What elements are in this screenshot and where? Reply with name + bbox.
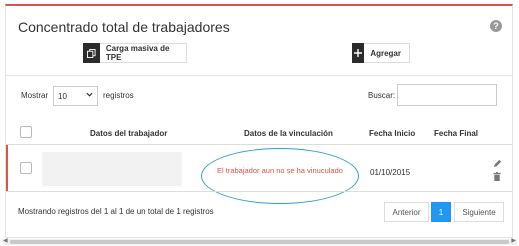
- page-size-value: 10: [58, 91, 67, 101]
- plus-icon: [352, 43, 365, 63]
- column-header-start-date[interactable]: Fecha Inicio: [369, 129, 415, 138]
- start-date-cell: 01/10/2015: [370, 168, 411, 177]
- row-checkbox[interactable]: [20, 162, 32, 174]
- page-title: Concentrado total de trabajadores: [18, 19, 230, 35]
- worker-data-cell: [42, 152, 182, 186]
- pencil-icon[interactable]: [493, 159, 502, 170]
- page-size-select[interactable]: 10: [53, 86, 98, 106]
- workers-panel: Concentrado total de trabajadores ? Carg…: [5, 4, 513, 238]
- question-circle-icon[interactable]: ?: [490, 20, 502, 32]
- records-label: registros: [103, 91, 134, 100]
- chevron-down-icon: [86, 91, 93, 100]
- page-1-button[interactable]: 1: [431, 202, 451, 222]
- column-header-end-date[interactable]: Fecha Final: [434, 129, 478, 138]
- bulk-upload-label: Carga masiva de TPE: [105, 44, 170, 62]
- scrollbar-thumb[interactable]: [10, 240, 509, 244]
- pagination-info: Mostrando registros del 1 al 1 de un tot…: [18, 207, 214, 216]
- previous-page-button[interactable]: Anterior: [384, 202, 429, 222]
- row-divider: [6, 191, 512, 192]
- add-button[interactable]: Agregar: [352, 43, 410, 63]
- horizontal-scrollbar[interactable]: ◀ ▶: [2, 237, 517, 245]
- add-label: Agregar: [370, 48, 401, 58]
- header-divider: [6, 75, 512, 76]
- select-all-checkbox[interactable]: [20, 126, 32, 138]
- scroll-left-icon[interactable]: ◀: [3, 237, 8, 244]
- next-page-button[interactable]: Siguiente: [454, 202, 504, 222]
- scroll-right-icon[interactable]: ▶: [511, 237, 516, 244]
- copy-icon: [83, 43, 100, 63]
- trash-icon[interactable]: [493, 172, 501, 183]
- column-header-worker[interactable]: Datos del trabajador: [90, 129, 167, 138]
- column-header-link[interactable]: Datos de la vinculación: [244, 129, 333, 138]
- search-input[interactable]: [397, 84, 497, 106]
- search-label: Buscar:: [368, 91, 396, 100]
- show-label: Mostrar: [21, 91, 49, 100]
- highlight-annotation: [201, 148, 359, 204]
- bulk-upload-button[interactable]: Carga masiva de TPE: [83, 43, 187, 63]
